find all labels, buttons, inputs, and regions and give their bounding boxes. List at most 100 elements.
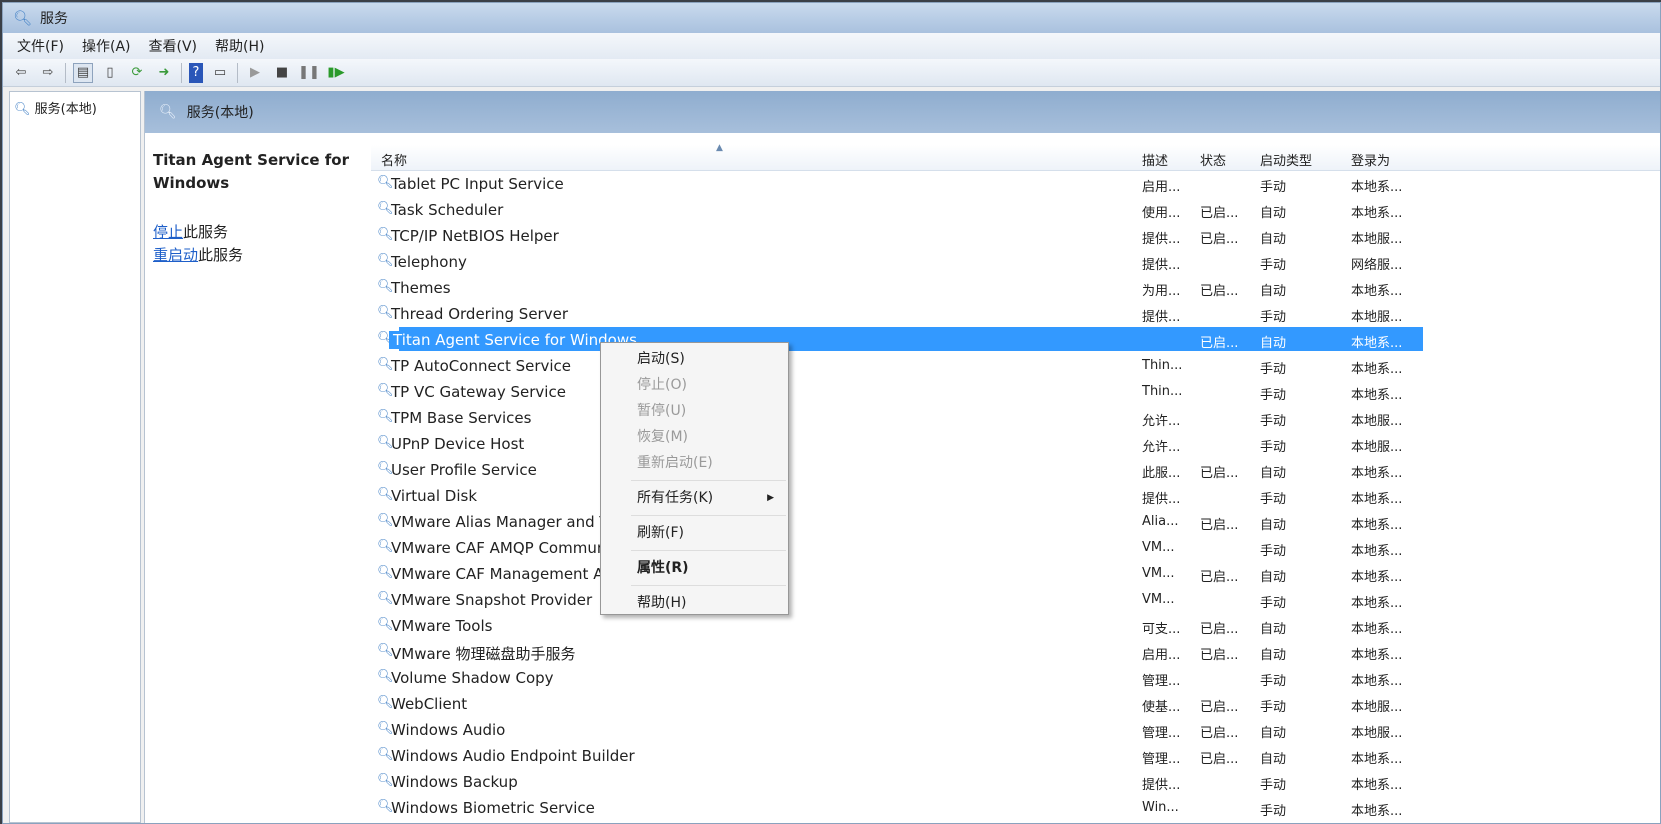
column-name[interactable]: 名称 <box>381 150 407 169</box>
table-row[interactable]: 🔍︎ WebClient 使基... 已启... 手动 本地服... <box>367 691 1427 717</box>
table-row[interactable]: 🔍︎ TP VC Gateway Service Thin... 手动 本地系.… <box>367 379 1427 405</box>
action-pane-icon[interactable]: ▭ <box>210 63 230 83</box>
service-description: 可支... <box>1142 622 1181 637</box>
service-name: VMware Tools <box>391 617 493 635</box>
service-name: TPM Base Services <box>391 409 532 427</box>
service-status: 已启... <box>1200 206 1239 221</box>
table-row[interactable]: 🔍︎ Windows Backup 提供... 手动 本地系... <box>367 769 1427 795</box>
service-startup-type: 手动 <box>1260 492 1287 507</box>
service-status: 已启... <box>1200 726 1239 741</box>
table-row[interactable]: 🔍︎ UPnP Device Host 允许... 手动 本地服... <box>367 431 1427 457</box>
export-list-icon[interactable]: ➜ <box>154 63 174 83</box>
title-bar: 🔍︎ 服务 <box>3 3 1660 33</box>
column-description[interactable]: 描述 <box>1142 150 1168 169</box>
table-row[interactable]: 🔍︎ Virtual Disk 提供... 手动 本地系... <box>367 483 1427 509</box>
link-suffix: 此服务 <box>198 246 244 264</box>
service-name: Windows Backup <box>391 773 518 791</box>
stop-service-link[interactable]: 停止 <box>153 223 183 241</box>
service-status: 已启... <box>1200 700 1239 715</box>
table-row[interactable]: 🔍︎ Volume Shadow Copy 管理... 手动 本地系... <box>367 665 1427 691</box>
forward-icon[interactable]: ⇨ <box>38 63 58 83</box>
service-log-on-as: 本地系... <box>1351 388 1403 403</box>
table-row[interactable]: 🔍︎ Titan Agent Service for Windows 已启...… <box>367 327 1427 353</box>
service-log-on-as: 本地系... <box>1351 180 1403 195</box>
pane-header: 🔍︎ 服务(本地) <box>145 91 1660 133</box>
service-name: Thread Ordering Server <box>391 305 568 323</box>
service-log-on-as: 本地服... <box>1351 700 1403 715</box>
menu-help[interactable]: 帮助(H) <box>215 36 264 56</box>
service-startup-type: 手动 <box>1260 700 1287 715</box>
context-menu-item[interactable]: 属性(R) <box>601 555 788 581</box>
stop-service-icon[interactable]: ■ <box>272 63 292 83</box>
table-row[interactable]: 🔍︎ TPM Base Services 允许... 手动 本地服... <box>367 405 1427 431</box>
table-row[interactable]: 🔍︎ Windows Audio 管理... 已启... 自动 本地服... <box>367 717 1427 743</box>
tree-item-services-local[interactable]: 🔍︎ 服务(本地) <box>14 102 97 117</box>
menu-item-label: 属性(R) <box>637 560 689 576</box>
context-menu-item: 停止(O) <box>601 372 788 398</box>
service-description: Thin... <box>1142 358 1183 373</box>
table-row[interactable]: 🔍︎ Telephony 提供... 手动 网络服... <box>367 249 1427 275</box>
menu-item-label: 恢复(M) <box>637 429 689 445</box>
service-description: 管理... <box>1142 752 1181 767</box>
table-row[interactable]: 🔍︎ VMware CAF Management Agent Service V… <box>367 561 1427 587</box>
service-log-on-as: 本地系... <box>1351 570 1403 585</box>
table-row[interactable]: 🔍︎ User Profile Service 此服... 已启... 自动 本… <box>367 457 1427 483</box>
service-log-on-as: 本地服... <box>1351 440 1403 455</box>
table-row[interactable]: 🔍︎ VMware Tools 可支... 已启... 自动 本地系... <box>367 613 1427 639</box>
service-description: VM... <box>1142 592 1175 607</box>
restart-service-icon[interactable]: ▮▶ <box>326 63 346 83</box>
services-list: 名称 ▲ 描述 状态 启动类型 登录为 🔍︎ Tablet PC Input S… <box>367 133 1660 823</box>
menu-view[interactable]: 查看(V) <box>149 36 198 56</box>
context-menu-item[interactable]: 启动(S) <box>601 346 788 372</box>
start-service-icon[interactable]: ▶ <box>245 63 265 83</box>
menu-item-label: 所有任务(K) <box>637 490 714 506</box>
table-row[interactable]: 🔍︎ Task Scheduler 使用... 已启... 自动 本地系... <box>367 197 1427 223</box>
service-log-on-as: 本地系... <box>1351 648 1403 663</box>
service-log-on-as: 本地系... <box>1351 518 1403 533</box>
selected-service-name: Titan Agent Service for Windows <box>153 151 349 192</box>
back-icon[interactable]: ⇦ <box>11 63 31 83</box>
refresh-icon[interactable]: ⟳ <box>127 63 147 83</box>
show-console-tree-icon[interactable]: ▤ <box>73 62 93 83</box>
column-startup-type[interactable]: 启动类型 <box>1260 150 1312 169</box>
table-row[interactable]: 🔍︎ Windows Audio Endpoint Builder 管理... … <box>367 743 1427 769</box>
toolbar: ⇦ ⇨ ▤ ▯ ⟳ ➜ ? ▭ ▶ ■ ❚❚ ▮▶ <box>3 59 1660 87</box>
table-row[interactable]: 🔍︎ VMware Snapshot Provider VM... 手动 本地系… <box>367 587 1427 613</box>
services-icon: 🔍︎ <box>14 102 31 117</box>
context-menu-item[interactable]: 所有任务(K) ▶ <box>601 485 788 511</box>
service-description: 提供... <box>1142 310 1181 325</box>
service-description: Thin... <box>1142 384 1183 399</box>
table-row[interactable]: 🔍︎ Tablet PC Input Service 启用... 手动 本地系.… <box>367 171 1427 197</box>
table-row[interactable]: 🔍︎ VMware CAF AMQP Communication Service… <box>367 535 1427 561</box>
menu-item-label: 刷新(F) <box>637 525 684 541</box>
help-icon[interactable]: ? <box>189 62 203 83</box>
service-status: 已启... <box>1200 752 1239 767</box>
menu-file[interactable]: 文件(F) <box>17 36 64 56</box>
column-log-on-as[interactable]: 登录为 <box>1351 150 1390 169</box>
pane-title: 服务(本地) <box>186 105 254 121</box>
service-startup-type: 自动 <box>1260 752 1287 767</box>
table-row[interactable]: 🔍︎ TP AutoConnect Service Thin... 手动 本地系… <box>367 353 1427 379</box>
table-row[interactable]: 🔍︎ Windows Biometric Service Win... 手动 本… <box>367 795 1427 821</box>
context-menu-item[interactable]: 帮助(H) <box>601 590 788 616</box>
table-row[interactable]: 🔍︎ Themes 为用... 已启... 自动 本地系... <box>367 275 1427 301</box>
service-log-on-as: 网络服... <box>1351 258 1403 273</box>
toolbar-separator <box>237 62 238 83</box>
menu-separator <box>631 585 786 586</box>
service-description: 为用... <box>1142 284 1181 299</box>
properties-view-icon[interactable]: ▯ <box>100 63 120 83</box>
service-description: 启用... <box>1142 180 1181 195</box>
pause-service-icon[interactable]: ❚❚ <box>298 63 320 83</box>
column-status[interactable]: 状态 <box>1200 150 1226 169</box>
service-startup-type: 手动 <box>1260 596 1287 611</box>
table-row[interactable]: 🔍︎ VMware 物理磁盘助手服务 启用... 已启... 自动 本地系... <box>367 639 1427 665</box>
menu-action[interactable]: 操作(A) <box>82 36 131 56</box>
service-startup-type: 手动 <box>1260 414 1287 429</box>
table-row[interactable]: 🔍︎ TCP/IP NetBIOS Helper 提供... 已启... 自动 … <box>367 223 1427 249</box>
context-menu-item[interactable]: 刷新(F) <box>601 520 788 546</box>
menu-bar: 文件(F) 操作(A) 查看(V) 帮助(H) <box>3 33 1660 59</box>
table-row[interactable]: 🔍︎ Thread Ordering Server 提供... 手动 本地服..… <box>367 301 1427 327</box>
service-log-on-as: 本地系... <box>1351 336 1403 351</box>
table-row[interactable]: 🔍︎ VMware Alias Manager and Ticket Servi… <box>367 509 1427 535</box>
restart-service-link[interactable]: 重启动 <box>153 246 198 264</box>
